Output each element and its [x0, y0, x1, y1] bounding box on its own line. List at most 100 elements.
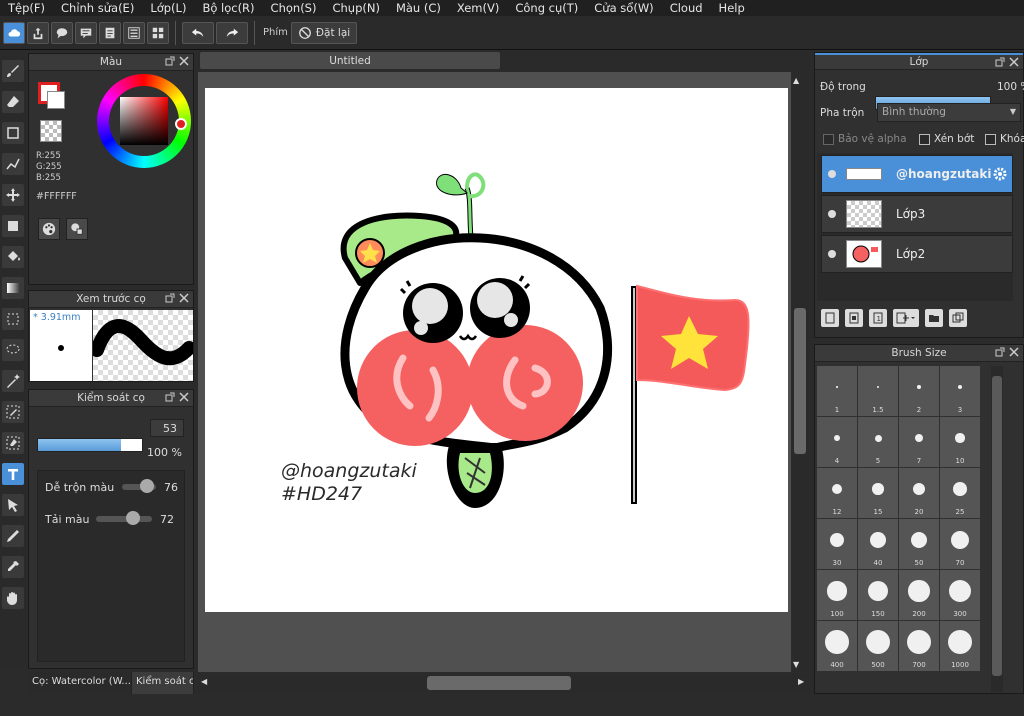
blend-mode-select[interactable]: Bình thường ▼ [877, 103, 1021, 122]
text-tool[interactable] [2, 463, 24, 485]
scroll-left-arrow-icon[interactable]: ◀ [201, 677, 207, 686]
select-pen-tool[interactable] [2, 401, 24, 423]
eye-icon[interactable] [828, 210, 836, 218]
menu-capture[interactable]: Chụp(N) [324, 1, 387, 15]
brush-size-option[interactable]: 200 [899, 570, 939, 620]
brush-size-option[interactable]: 100 [817, 570, 857, 620]
hand-tool[interactable] [2, 587, 24, 609]
new-layer-from-button[interactable] [845, 309, 863, 327]
blend-slider-handle[interactable] [140, 479, 154, 493]
menu-file[interactable]: Tệp(F) [0, 1, 53, 15]
cloud-button[interactable] [3, 21, 25, 44]
layer-item-hoangzutaki[interactable]: @hoangzutaki [821, 155, 1013, 193]
rect-select-tool[interactable] [2, 308, 24, 330]
menu-color[interactable]: Màu (C) [388, 1, 449, 15]
brush-size-scrollbar[interactable] [991, 366, 1003, 692]
menu-window[interactable]: Cửa sổ(W) [586, 1, 661, 15]
scroll-down-arrow-icon[interactable]: ▼ [793, 660, 799, 669]
pen-tool[interactable] [2, 525, 24, 547]
close-icon[interactable] [1009, 57, 1019, 67]
message-button[interactable] [75, 21, 97, 44]
eraser-tool[interactable] [2, 91, 24, 113]
brush-size-option[interactable]: 30 [817, 519, 857, 569]
popout-icon[interactable] [165, 392, 175, 402]
hue-picker-handle[interactable] [175, 118, 187, 130]
close-icon[interactable] [179, 56, 189, 66]
new-layer-button[interactable] [821, 309, 839, 327]
gear-icon[interactable] [992, 166, 1008, 182]
line-tool[interactable] [2, 153, 24, 175]
undo-button[interactable] [182, 21, 214, 44]
bucket-tool[interactable] [2, 246, 24, 268]
reload-slider-handle[interactable] [126, 511, 140, 525]
gradient-tool[interactable] [2, 277, 24, 299]
scroll-up-arrow-icon[interactable]: ▲ [793, 76, 799, 85]
menu-filter[interactable]: Bộ lọc(R) [194, 1, 262, 15]
menu-tools[interactable]: Công cụ(T) [507, 1, 586, 15]
color-mixer-button[interactable] [66, 218, 88, 240]
brush-size-option[interactable]: 20 [899, 468, 939, 518]
folder-button[interactable] [925, 309, 943, 327]
grid-button[interactable] [147, 21, 169, 44]
reset-button[interactable]: Đặt lại [290, 21, 358, 44]
horizontal-scroll-thumb[interactable] [427, 676, 571, 690]
menu-cloud[interactable]: Cloud [662, 1, 711, 15]
brush-size-slider[interactable] [37, 438, 143, 452]
lock-checkbox[interactable] [985, 133, 996, 145]
popout-icon[interactable] [165, 56, 175, 66]
brush-size-option[interactable]: 1.5 [858, 366, 898, 416]
add-layer-menu-button[interactable] [893, 309, 919, 327]
popout-icon[interactable] [165, 293, 175, 303]
vertical-scroll-thumb[interactable] [794, 308, 806, 454]
horizontal-scrollbar[interactable]: ◀ ▶ [198, 674, 810, 692]
brush-size-option[interactable]: 500 [858, 621, 898, 671]
lock-option[interactable]: Khóa [985, 133, 1024, 145]
select-eraser-tool[interactable] [2, 432, 24, 454]
brush-size-option[interactable]: 400 [817, 621, 857, 671]
rect-tool[interactable] [2, 122, 24, 144]
comment-button[interactable] [51, 21, 73, 44]
background-color-swatch[interactable] [47, 91, 65, 109]
brush-size-value[interactable]: 53 [150, 419, 184, 437]
new-layer-1bit-button[interactable]: 1 [869, 309, 887, 327]
brush-size-option[interactable]: 700 [899, 621, 939, 671]
brush-size-option[interactable]: 3 [940, 366, 980, 416]
close-icon[interactable] [1009, 347, 1019, 357]
eyedropper-tool[interactable] [2, 556, 24, 578]
tab-brush-control[interactable]: Kiểm soát c [132, 672, 194, 694]
protect-alpha-checkbox[interactable] [823, 133, 834, 145]
brush-tool[interactable] [2, 60, 24, 82]
brush-size-option[interactable]: 1 [817, 366, 857, 416]
brush-size-option[interactable]: 2 [899, 366, 939, 416]
operation-tool[interactable] [2, 494, 24, 516]
reload-slider[interactable] [96, 516, 152, 522]
close-icon[interactable] [179, 392, 189, 402]
move-tool[interactable] [2, 184, 24, 206]
duplicate-layer-button[interactable] [949, 309, 967, 327]
eye-icon[interactable] [828, 170, 836, 178]
popout-icon[interactable] [995, 347, 1005, 357]
brush-size-option[interactable]: 5 [858, 417, 898, 467]
clipping-checkbox[interactable] [919, 133, 930, 145]
magic-wand-tool[interactable] [2, 370, 24, 392]
vertical-scrollbar[interactable]: ▲ ▼ [791, 72, 809, 672]
layer-item-lop3[interactable]: Lớp3 [821, 195, 1013, 233]
brush-size-scroll-thumb[interactable] [992, 376, 1002, 676]
menu-select[interactable]: Chọn(S) [263, 1, 325, 15]
brush-size-option[interactable]: 25 [940, 468, 980, 518]
eye-icon[interactable] [828, 250, 836, 258]
brush-size-option[interactable]: 70 [940, 519, 980, 569]
menu-edit[interactable]: Chỉnh sửa(E) [53, 1, 142, 15]
drawing-canvas[interactable]: @hoangzutaki #HD247 [205, 88, 788, 612]
redo-button[interactable] [216, 21, 248, 44]
close-icon[interactable] [179, 293, 189, 303]
brush-size-option[interactable]: 300 [940, 570, 980, 620]
popout-icon[interactable] [995, 57, 1005, 67]
menu-layer[interactable]: Lớp(L) [142, 1, 194, 15]
saturation-value-square[interactable] [120, 97, 168, 145]
scroll-right-arrow-icon[interactable]: ▶ [798, 677, 804, 686]
brush-size-option[interactable]: 10 [940, 417, 980, 467]
checklist-button[interactable] [123, 21, 145, 44]
menu-view[interactable]: Xem(V) [449, 1, 507, 15]
clipping-option[interactable]: Xén bớt [919, 133, 974, 145]
